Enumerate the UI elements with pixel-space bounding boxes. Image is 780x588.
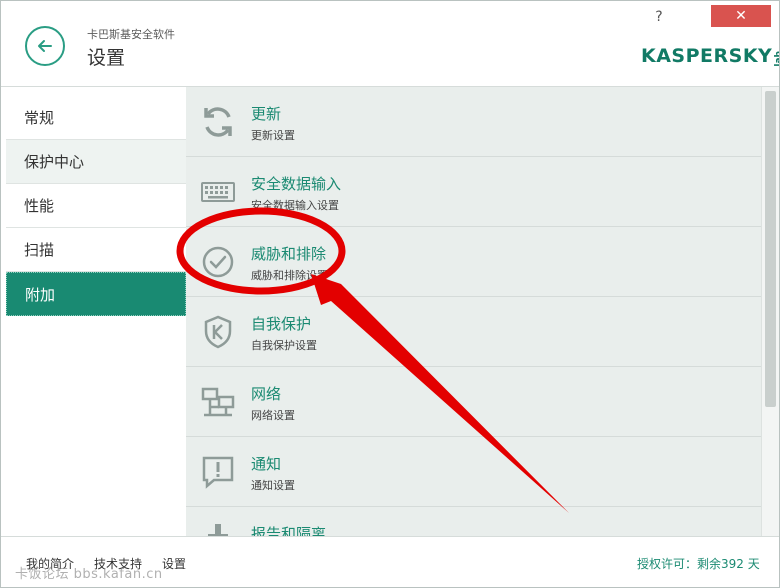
settings-row-update[interactable]: 更新 更新设置 xyxy=(186,87,761,157)
license-status[interactable]: 授权许可：剩余392 天 xyxy=(637,555,760,572)
sidebar-item-protection-center[interactable]: 保护中心 xyxy=(6,140,186,184)
notification-icon xyxy=(202,456,234,489)
header: 卡巴斯基安全软件 设置 ? ✕ KASPERSKY lab xyxy=(1,1,779,87)
scrollbar-thumb[interactable] xyxy=(765,91,776,407)
check-circle-icon xyxy=(202,246,234,278)
sidebar-item-scan[interactable]: 扫描 xyxy=(6,228,186,272)
row-subtitle: 威胁和排除设置 xyxy=(251,269,328,282)
settings-row-secure-input[interactable]: 安全数据输入 安全数据输入设置 xyxy=(186,157,761,227)
row-title: 威胁和排除 xyxy=(251,245,327,263)
settings-row-notifications[interactable]: 通知 通知设置 xyxy=(186,437,761,507)
row-title: 自我保护 xyxy=(251,315,312,333)
settings-row-threats-exclusions[interactable]: 威胁和排除 威胁和排除设置 xyxy=(186,227,761,297)
sidebar-item-additional[interactable]: 附加 xyxy=(6,272,186,316)
logo-text: KASPERSKY xyxy=(641,45,773,67)
settings-row-reports-quarantine[interactable]: 报告和隔离 xyxy=(186,507,761,536)
row-title: 更新 xyxy=(251,105,282,123)
footer: 我的简介 技术支持 设置 授权许可：剩余392 天 卡饭论坛 bbs.kafan… xyxy=(1,536,779,587)
keyboard-icon xyxy=(201,182,235,202)
back-button[interactable] xyxy=(25,26,65,66)
row-subtitle: 安全数据输入设置 xyxy=(251,199,339,212)
row-title: 报告和隔离 xyxy=(251,525,327,536)
scrollbar[interactable] xyxy=(761,87,779,536)
watermark: 卡饭论坛 bbs.kafan.cn xyxy=(15,567,163,582)
kaspersky-logo: KASPERSKY lab xyxy=(641,41,779,67)
settings-window: 卡巴斯基安全软件 设置 ? ✕ KASPERSKY lab 常规 保护中心 性能… xyxy=(0,0,780,588)
settings-list: 更新 更新设置 安全数据输入 安全数据输入设置 威胁和排除 威胁和排除设置 自我… xyxy=(186,87,761,536)
update-icon xyxy=(204,107,232,137)
close-button[interactable]: ✕ xyxy=(711,5,771,27)
settings-row-self-defense[interactable]: 自我保护 自我保护设置 xyxy=(186,297,761,367)
logo-lab-text: lab xyxy=(774,51,780,67)
settings-row-network[interactable]: 网络 网络设置 xyxy=(186,367,761,437)
settings-link[interactable]: 设置 xyxy=(162,555,186,572)
help-button[interactable]: ? xyxy=(649,7,669,27)
page-title: 设置 xyxy=(87,47,126,69)
sidebar-item-general[interactable]: 常规 xyxy=(6,96,186,140)
network-icon xyxy=(201,387,235,417)
app-name: 卡巴斯基安全软件 xyxy=(87,28,175,41)
row-title: 通知 xyxy=(251,455,282,473)
row-subtitle: 自我保护设置 xyxy=(251,339,317,352)
back-arrow-icon xyxy=(38,40,52,52)
report-icon xyxy=(208,524,228,536)
row-subtitle: 更新设置 xyxy=(251,129,295,142)
sidebar: 常规 保护中心 性能 扫描 附加 xyxy=(1,96,186,536)
row-subtitle: 通知设置 xyxy=(251,479,295,492)
row-title: 安全数据输入 xyxy=(251,175,342,193)
shield-icon xyxy=(204,315,232,349)
row-title: 网络 xyxy=(251,385,282,403)
row-subtitle: 网络设置 xyxy=(251,409,295,422)
sidebar-item-performance[interactable]: 性能 xyxy=(6,184,186,228)
